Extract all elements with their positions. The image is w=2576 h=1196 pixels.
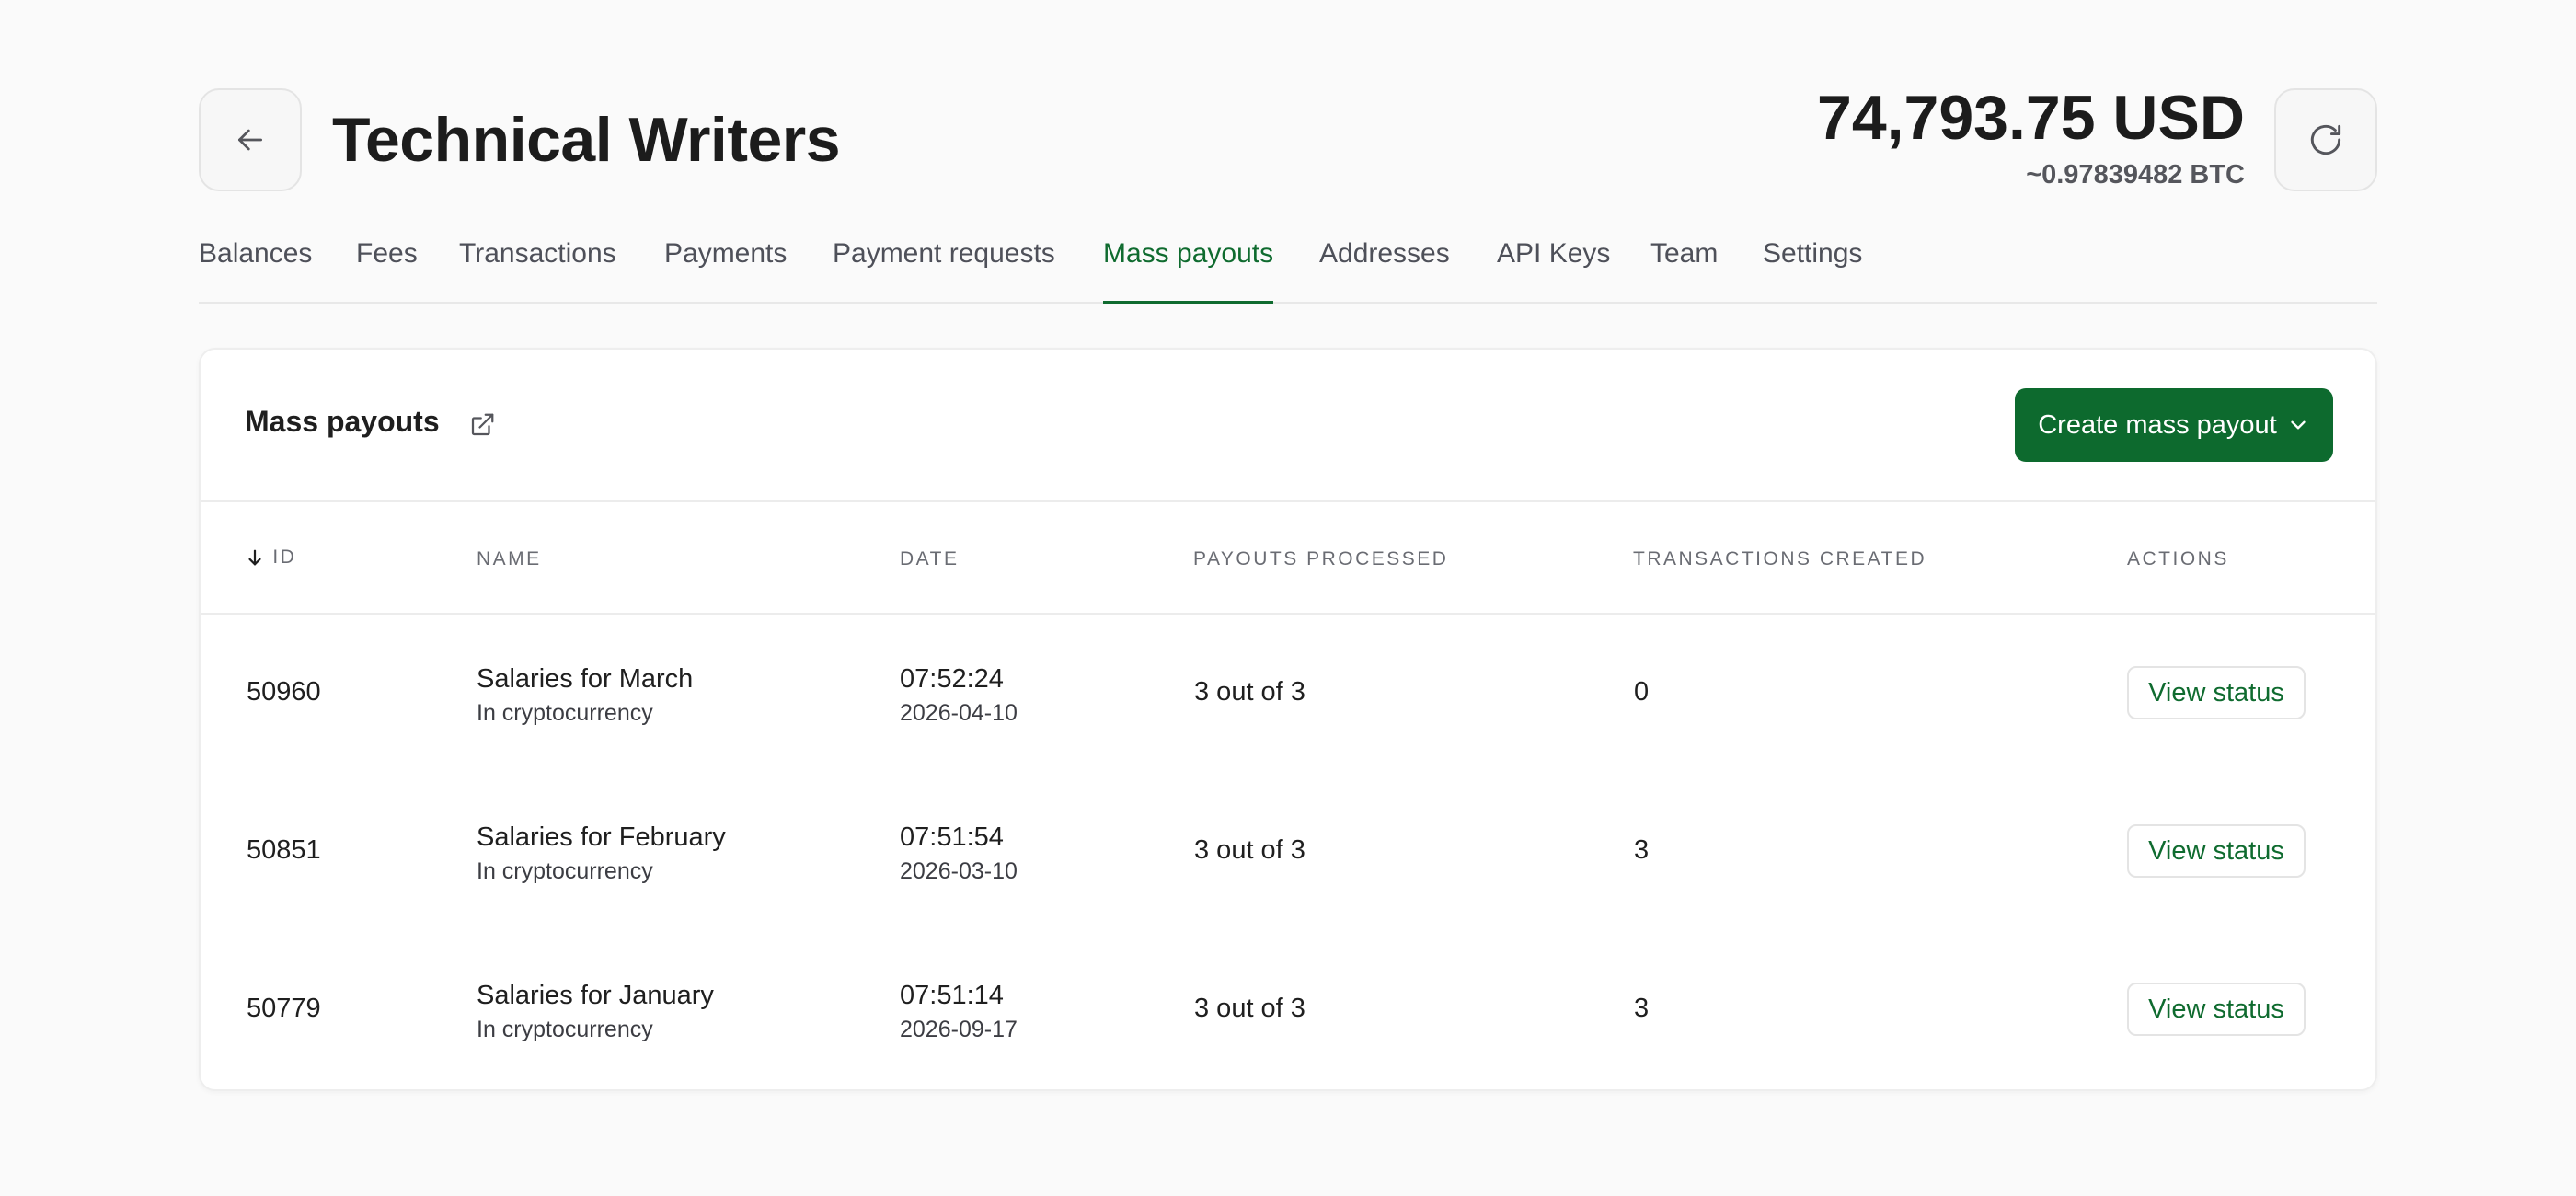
tab-transactions[interactable]: Transactions [459,237,616,304]
view-status-button[interactable]: View status [2127,666,2306,719]
row-date-cell: 07:51:14 2026-09-17 [900,981,1018,1043]
row-name-cell: Salaries for March In cryptocurrency [477,664,693,727]
table-row: 50960 Salaries for March In cryptocurren… [201,615,2375,773]
page-title: Technical Writers [332,105,841,175]
row-id: 50960 [247,677,321,707]
row-name-cell: Salaries for February In cryptocurrency [477,822,726,885]
refresh-icon [2310,124,2341,155]
row-time: 07:51:14 [900,981,1004,1010]
card-header: Mass payouts Create mass payout [201,350,2375,500]
tab-mass-payouts[interactable]: Mass payouts [1103,237,1274,304]
external-link-icon [471,413,494,436]
tab-api-keys[interactable]: API Keys [1497,237,1610,304]
page: Technical Writers 74,793.75 USD ~0.97839… [0,0,2576,1196]
chevron-down-icon [2291,420,2306,430]
row-id: 50851 [247,835,321,865]
column-header-name: NAME [477,548,542,569]
arrow-down-icon [248,549,261,566]
tab-bar: Balances Fees Transactions Payments Paym… [199,230,2377,304]
tab-payments[interactable]: Payments [664,237,787,304]
column-header-actions: ACTIONS [2127,548,2229,569]
column-header-transactions-created: TRANSACTIONS CREATED [1633,548,1927,569]
row-transactions-created: 3 [1634,835,1650,865]
row-subtitle: In cryptocurrency [477,1017,653,1042]
column-header-date: DATE [900,548,960,569]
balance: 74,793.75 USD ~0.97839482 BTC [1817,81,2245,190]
back-button[interactable] [199,88,302,191]
tab-team[interactable]: Team [1650,237,1718,304]
table-row: 50851 Salaries for February In cryptocur… [201,773,2375,931]
row-payouts-processed: 3 out of 3 [1194,835,1305,865]
tab-payment-requests[interactable]: Payment requests [833,237,1055,304]
create-mass-payout-button[interactable]: Create mass payout [2015,388,2333,462]
row-transactions-created: 3 [1634,994,1650,1023]
row-date: 2026-04-10 [900,700,1018,726]
header: Technical Writers 74,793.75 USD ~0.97839… [199,83,2377,191]
row-name: Salaries for February [477,822,726,852]
row-date-cell: 07:52:24 2026-04-10 [900,664,1018,727]
payouts-table: ID NAME DATE PAYOUTS PROCESSED TRANSACTI… [201,500,2375,1089]
row-payouts-processed: 3 out of 3 [1194,677,1305,707]
card-title: Mass payouts [245,405,440,438]
row-time: 07:52:24 [900,664,1004,694]
row-name-cell: Salaries for January In cryptocurrency [477,981,714,1043]
row-subtitle: In cryptocurrency [477,700,653,726]
tab-balances[interactable]: Balances [199,237,312,304]
create-mass-payout-label: Create mass payout [2038,409,2277,440]
refresh-button[interactable] [2274,88,2377,191]
table-header-row: ID NAME DATE PAYOUTS PROCESSED TRANSACTI… [201,502,2375,615]
column-header-payouts-processed: PAYOUTS PROCESSED [1193,548,1449,569]
row-date: 2026-03-10 [900,858,1018,884]
tab-settings[interactable]: Settings [1763,237,1862,304]
row-name: Salaries for January [477,981,714,1010]
view-status-button[interactable]: View status [2127,983,2306,1036]
external-link-button[interactable] [466,408,499,442]
balance-btc: ~0.97839482 BTC [2026,159,2245,190]
row-subtitle: In cryptocurrency [477,858,653,884]
tab-fees[interactable]: Fees [356,237,418,304]
row-date-cell: 07:51:54 2026-03-10 [900,822,1018,885]
mass-payouts-card: Mass payouts Create mass payout ID NAME … [199,348,2377,1091]
view-status-button[interactable]: View status [2127,824,2306,878]
arrow-left-icon [238,129,262,151]
column-header-id-label: ID [272,546,297,568]
tab-addresses[interactable]: Addresses [1319,237,1450,304]
row-payouts-processed: 3 out of 3 [1194,994,1305,1023]
table-row: 50779 Salaries for January In cryptocurr… [201,931,2375,1089]
row-time: 07:51:54 [900,822,1004,852]
row-date: 2026-09-17 [900,1017,1018,1042]
row-transactions-created: 0 [1634,677,1650,707]
column-header-id[interactable]: ID [245,545,296,570]
row-name: Salaries for March [477,664,694,694]
balance-usd: 74,793.75 USD [1817,83,2245,153]
row-id: 50779 [247,994,321,1023]
